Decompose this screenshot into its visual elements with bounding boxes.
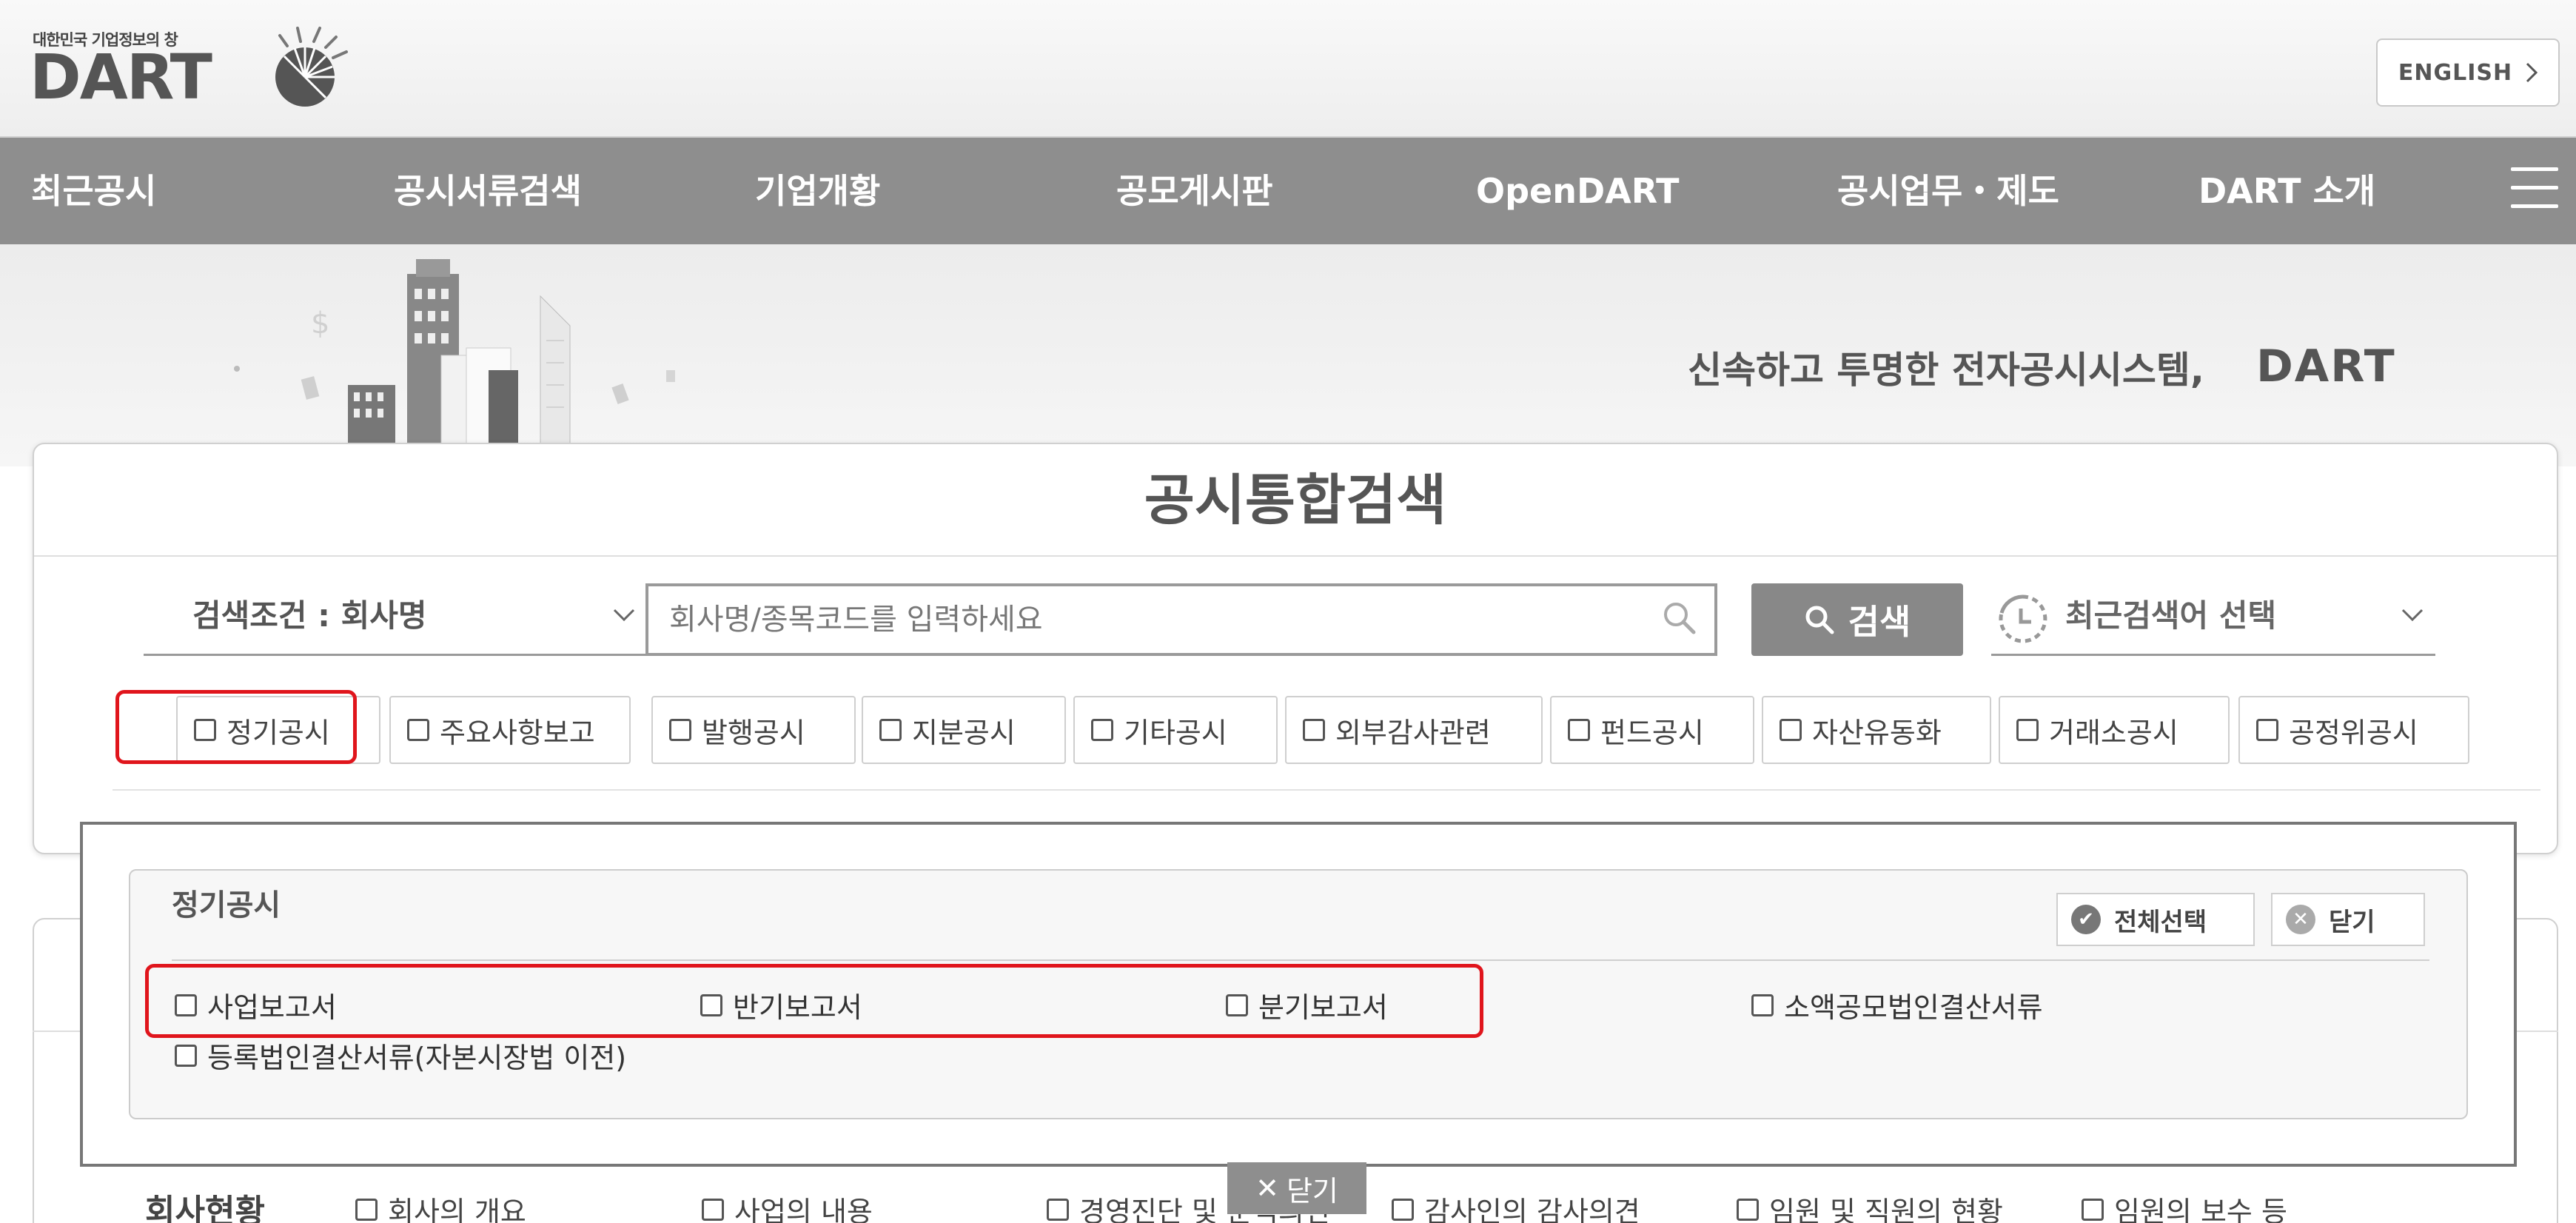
search-icon[interactable] xyxy=(1661,600,1698,637)
status-item-compensation[interactable]: 임원의 보수 등 xyxy=(2082,1189,2287,1223)
category-major-report[interactable]: 주요사항보고 xyxy=(389,696,631,764)
search-condition-label: 검색조건 : 회사명 xyxy=(192,597,427,634)
hero-banner: $ 신속하고 투명한 전자공시시스템, DART xyxy=(0,244,2576,466)
chevron-down-icon xyxy=(613,609,635,622)
dart-logo[interactable]: 대한민국 기업정보의 창 DART xyxy=(30,25,348,114)
recent-search-select[interactable]: 최근검색어 선택 xyxy=(1991,576,2435,656)
select-all-button[interactable]: ✔ 전체선택 xyxy=(2056,893,2255,946)
popup-divider xyxy=(172,959,2429,961)
checkbox-icon[interactable] xyxy=(355,1198,378,1221)
status-item-label: 임원 및 직원의 현황 xyxy=(1769,1196,2003,1223)
category-exchange[interactable]: 거래소공시 xyxy=(1999,696,2230,764)
status-item-label: 회사의 개요 xyxy=(388,1196,526,1223)
checkbox-icon[interactable] xyxy=(879,719,902,741)
search-button-label: 검색 xyxy=(1848,602,1911,642)
checkbox-icon[interactable] xyxy=(1780,719,1802,741)
category-label: 공정위공시 xyxy=(2289,716,2418,749)
city-illustration-icon: $ xyxy=(234,259,675,452)
popup-close-button[interactable]: ✕ 닫기 xyxy=(2271,893,2425,946)
checkbox-icon[interactable] xyxy=(1303,719,1325,741)
logo-text: DART xyxy=(30,41,212,113)
category-ftc[interactable]: 공정위공시 xyxy=(2238,696,2469,764)
status-item-auditor-opinion[interactable]: 감사인의 감사의견 xyxy=(1392,1189,1640,1223)
category-label: 외부감사관련 xyxy=(1335,716,1491,749)
disclosure-category-row: 정기공시 주요사항보고 발행공시 지분공시 기타공시 외부감사관련 펀드공시 자… xyxy=(113,696,2540,791)
nav-item-offering[interactable]: 공모게시판 xyxy=(1116,138,1273,244)
chevron-down-icon xyxy=(2401,609,2424,622)
highlight-box xyxy=(115,690,357,764)
company-status-label: 회사현황 xyxy=(145,1193,265,1223)
checkbox-icon[interactable] xyxy=(2016,719,2039,741)
search-icon xyxy=(1805,606,1834,634)
category-label: 기타공시 xyxy=(1124,716,1227,749)
search-button[interactable]: 검색 xyxy=(1751,583,1963,656)
chevron-right-icon xyxy=(2526,62,2538,83)
hero-slogan: 신속하고 투명한 전자공시시스템, xyxy=(1688,349,2204,392)
recent-search-label: 최근검색어 선택 xyxy=(2065,597,2277,634)
main-nav: 최근공시 공시서류검색 기업개황 공모게시판 OpenDART 공시업무・제도 … xyxy=(0,138,2576,244)
search-title: 공시통합검색 xyxy=(34,444,2557,557)
english-button[interactable]: ENGLISH xyxy=(2376,38,2560,107)
svg-text:$: $ xyxy=(311,306,329,341)
logo-burst-icon xyxy=(275,27,348,107)
checkbox-icon[interactable] xyxy=(1751,994,1774,1016)
checkbox-icon[interactable] xyxy=(1392,1198,1414,1221)
hamburger-menu-icon[interactable] xyxy=(2511,167,2558,212)
category-other[interactable]: 기타공시 xyxy=(1073,696,1278,764)
nav-item-opendart[interactable]: OpenDART xyxy=(1476,138,1680,244)
category-label: 지분공시 xyxy=(912,716,1016,749)
select-all-label: 전체선택 xyxy=(2114,907,2207,937)
nav-item-company[interactable]: 기업개황 xyxy=(755,138,880,244)
english-label: ENGLISH xyxy=(2398,59,2513,86)
status-item-business[interactable]: 사업의 내용 xyxy=(702,1189,873,1223)
search-condition-select[interactable]: 검색조건 : 회사명 xyxy=(144,576,647,656)
checkbox-icon[interactable] xyxy=(1047,1198,1069,1221)
close-icon: ✕ xyxy=(1255,1172,1279,1204)
status-item-label: 사업의 내용 xyxy=(734,1196,873,1223)
checkbox-icon[interactable] xyxy=(669,719,691,741)
checkbox-icon[interactable] xyxy=(2256,719,2278,741)
top-header: 대한민국 기업정보의 창 DART ENGLISH xyxy=(0,0,2576,138)
category-equity[interactable]: 지분공시 xyxy=(862,696,1066,764)
highlight-box xyxy=(145,964,1483,1038)
checkbox-icon[interactable] xyxy=(175,1044,197,1067)
category-asset-securitization[interactable]: 자산유동화 xyxy=(1762,696,1991,764)
checkbox-icon[interactable] xyxy=(702,1198,724,1221)
nav-item-disclosure-system[interactable]: 공시업무・제도 xyxy=(1837,138,2059,244)
history-clock-icon xyxy=(1999,594,2047,643)
category-external-audit[interactable]: 외부감사관련 xyxy=(1285,696,1543,764)
check-circle-icon: ✔ xyxy=(2071,905,2101,934)
nav-item-doc-search[interactable]: 공시서류검색 xyxy=(394,138,582,244)
popup-item-label: 등록법인결산서류(자본시장법 이전) xyxy=(207,1042,627,1074)
popup-item-small-offering-settlement[interactable]: 소액공모법인결산서류 xyxy=(1751,985,2043,1025)
status-item-label: 임원의 보수 등 xyxy=(2114,1196,2287,1223)
integrated-search-card: 공시통합검색 검색조건 : 회사명 검색 최근검색어 선택 정기공시 주요사항보… xyxy=(33,443,2558,854)
category-label: 자산유동화 xyxy=(1812,716,1942,749)
hero-slogan-brand: DART xyxy=(2256,341,2396,392)
category-fund[interactable]: 펀드공시 xyxy=(1550,696,1754,764)
close-tab-label: 닫기 xyxy=(1286,1174,1338,1207)
checkbox-icon[interactable] xyxy=(407,719,429,741)
checkbox-icon[interactable] xyxy=(2082,1198,2104,1221)
category-label: 주요사항보고 xyxy=(440,716,595,749)
checkbox-icon[interactable] xyxy=(1737,1198,1759,1221)
category-label: 발행공시 xyxy=(702,716,805,749)
status-item-label: 감사인의 감사의견 xyxy=(1424,1196,1640,1223)
search-input[interactable] xyxy=(645,583,1717,656)
category-label: 펀드공시 xyxy=(1600,716,1704,749)
checkbox-icon[interactable] xyxy=(1568,719,1590,741)
popup-close-label: 닫기 xyxy=(2329,907,2375,937)
close-tab-button[interactable]: ✕ 닫기 xyxy=(1227,1162,1366,1214)
nav-item-recent[interactable]: 최근공시 xyxy=(31,138,156,244)
category-label: 거래소공시 xyxy=(2049,716,2178,749)
status-item-staff[interactable]: 임원 및 직원의 현황 xyxy=(1737,1189,2003,1223)
checkbox-icon[interactable] xyxy=(1091,719,1113,741)
nav-item-about[interactable]: DART 소개 xyxy=(2198,138,2375,244)
popup-item-registered-settlement[interactable]: 등록법인결산서류(자본시장법 이전) xyxy=(175,1035,626,1076)
popup-item-label: 소액공모법인결산서류 xyxy=(1784,991,2043,1024)
popup-title: 정기공시 xyxy=(172,888,281,922)
status-item-overview[interactable]: 회사의 개요 xyxy=(355,1189,526,1223)
category-issuance[interactable]: 발행공시 xyxy=(651,696,856,764)
close-circle-icon: ✕ xyxy=(2286,905,2315,934)
